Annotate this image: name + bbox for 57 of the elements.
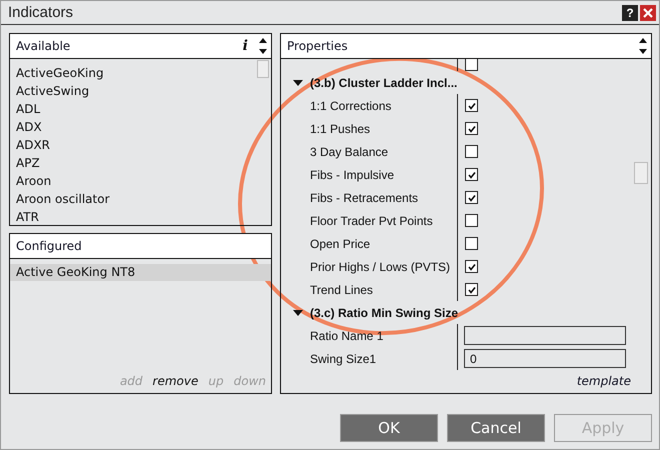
indicator-list-item[interactable]: ActiveSwing — [16, 82, 271, 100]
dialog-button[interactable]: Cancel — [447, 414, 545, 442]
indicator-list-item[interactable]: APZ — [16, 154, 271, 172]
checkbox[interactable] — [465, 145, 478, 158]
input-field[interactable]: 0 — [464, 349, 626, 368]
property-label: Floor Trader Pvt Points — [310, 214, 433, 228]
property-label: 1:1 Corrections — [310, 98, 392, 112]
panel-title: Available — [16, 39, 72, 53]
indicator-list-item[interactable]: Aroon oscillator — [16, 190, 271, 208]
close-icon — [643, 8, 653, 18]
checkbox[interactable] — [465, 191, 478, 204]
indicator-list-item[interactable]: ADXR — [16, 136, 271, 154]
checkmark-icon — [468, 194, 476, 202]
property-label: Open Price — [310, 236, 370, 250]
checkbox[interactable] — [465, 99, 478, 112]
property-label: Trend Lines — [310, 282, 373, 296]
checkbox[interactable] — [465, 283, 478, 296]
checkbox[interactable] — [465, 59, 478, 71]
input-field[interactable] — [464, 326, 626, 345]
caret-down-icon[interactable] — [293, 78, 303, 86]
property-label: Swing Size1 — [310, 352, 376, 366]
checkbox[interactable] — [465, 237, 478, 250]
scroll-arrows-icon[interactable] — [638, 37, 648, 55]
help-button[interactable]: ? — [622, 4, 638, 20]
checkbox[interactable] — [465, 122, 478, 135]
action-link[interactable]: remove — [152, 374, 198, 388]
caret-down-icon[interactable] — [293, 308, 303, 316]
checkbox[interactable] — [465, 168, 478, 181]
checkbox[interactable] — [465, 214, 478, 227]
property-label: Fibs - Retracements — [310, 190, 418, 204]
checkmark-icon — [468, 286, 476, 294]
scroll-arrows-icon[interactable] — [258, 37, 268, 55]
close-button[interactable] — [640, 4, 656, 20]
scrollbar-thumb[interactable] — [257, 60, 269, 78]
info-button[interactable]: i — [242, 38, 248, 54]
checkmark-icon — [468, 170, 476, 178]
window-title: Indicators — [8, 4, 74, 21]
template-link[interactable]: template — [576, 374, 631, 388]
property-label: Fibs - Impulsive — [310, 168, 394, 182]
checkmark-icon — [468, 124, 476, 132]
indicator-list-item[interactable]: ADL — [16, 100, 271, 118]
panel-title: Configured — [16, 239, 83, 253]
checkmark-icon — [468, 262, 476, 270]
property-label: Prior Highs / Lows (PVTS) — [310, 260, 450, 274]
property-label: 3 Day Balance — [310, 144, 388, 158]
checkmark-icon — [468, 102, 476, 110]
indicator-list-item[interactable]: ATR — [16, 208, 271, 225]
indicator-list-item[interactable]: ADX — [16, 118, 271, 136]
dialog-button[interactable]: OK — [340, 414, 438, 442]
indicator-list-item[interactable]: ActiveGeoKing — [16, 64, 271, 82]
configured-list-item[interactable]: Active GeoKing NT8 — [10, 264, 271, 281]
scrollbar-thumb[interactable] — [634, 162, 648, 184]
category-label: (3.c) Ratio Min Swing Size — [309, 306, 458, 320]
checkbox[interactable] — [465, 260, 478, 273]
indicator-list-item[interactable]: Aroon — [16, 172, 271, 190]
panel-title: Properties — [287, 39, 349, 53]
property-label: 1:1 Pushes — [310, 122, 370, 136]
